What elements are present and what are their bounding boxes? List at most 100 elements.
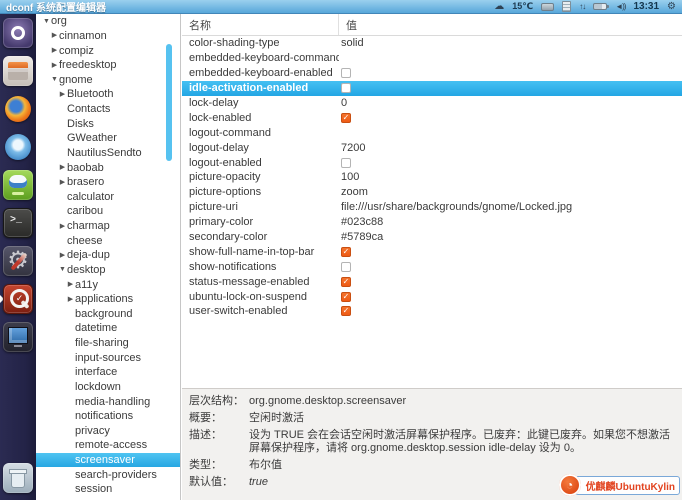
tree-item-privacy[interactable]: privacy — [36, 424, 180, 439]
checkbox-checked[interactable]: ✓ — [341, 306, 351, 316]
column-header-value[interactable]: 值 — [339, 14, 357, 35]
tree-item-gnome[interactable]: ▼gnome — [36, 73, 180, 88]
detail-value: org.gnome.desktop.screensaver — [249, 395, 674, 408]
key-row-show-notifications[interactable]: show-notifications — [182, 259, 682, 274]
weather-icon[interactable]: ☁ — [494, 2, 504, 12]
key-row-lock-delay[interactable]: lock-delay0 — [182, 96, 682, 111]
checkbox-checked[interactable]: ✓ — [341, 277, 351, 287]
expander-closed-icon[interactable]: ▶ — [50, 62, 59, 69]
tree-item-search-providers[interactable]: search-providers — [36, 467, 180, 482]
key-row-logout-enabled[interactable]: logout-enabled — [182, 155, 682, 170]
column-header-name[interactable]: 名称 — [182, 14, 339, 35]
software-center-button[interactable] — [3, 170, 33, 200]
expander-closed-icon[interactable]: ▶ — [58, 252, 67, 259]
key-row-picture-opacity[interactable]: picture-opacity100 — [182, 170, 682, 185]
expander-closed-icon[interactable]: ▶ — [66, 296, 75, 303]
key-row-embedded-keyboard-command[interactable]: embedded-keyboard-command — [182, 51, 682, 66]
session-gear-icon[interactable]: ⚙ — [667, 2, 676, 12]
key-row-logout-command[interactable]: logout-command — [182, 125, 682, 140]
tree-item-org[interactable]: ▼org — [36, 14, 180, 29]
battery-icon[interactable] — [593, 3, 607, 10]
key-row-logout-delay[interactable]: logout-delay7200 — [182, 140, 682, 155]
clock-label[interactable]: 13:31 — [633, 1, 659, 12]
checkbox-unchecked[interactable] — [341, 262, 351, 272]
tree-item-brasero[interactable]: ▶brasero — [36, 175, 180, 190]
ubuntu-dash-button[interactable] — [3, 18, 33, 48]
key-row-embedded-keyboard-enabled[interactable]: embedded-keyboard-enabled — [182, 66, 682, 81]
checkbox-checked[interactable]: ✓ — [341, 292, 351, 302]
tree-item-caribou[interactable]: caribou — [36, 204, 180, 219]
key-row-ubuntu-lock-on-suspend[interactable]: ubuntu-lock-on-suspend✓ — [182, 289, 682, 304]
checkbox-checked[interactable]: ✓ — [341, 113, 351, 123]
expander-closed-icon[interactable]: ▶ — [58, 91, 67, 98]
key-row-primary-color[interactable]: primary-color#023c88 — [182, 215, 682, 230]
chromium-button[interactable] — [3, 132, 33, 162]
expander-closed-icon[interactable]: ▶ — [50, 47, 59, 54]
checkbox-unchecked[interactable] — [341, 83, 351, 93]
schema-tree-panel: ▼org▶cinnamon▶compiz▶freedesktop▼gnome▶B… — [36, 14, 181, 500]
keyboard-icon[interactable] — [541, 3, 554, 11]
tree-item-freedesktop[interactable]: ▶freedesktop — [36, 58, 180, 73]
tree-item-applications[interactable]: ▶applications — [36, 292, 180, 307]
tree-item-desktop[interactable]: ▼desktop — [36, 263, 180, 278]
expander-open-icon[interactable]: ▼ — [58, 266, 67, 273]
tree-item-Disks[interactable]: Disks — [36, 116, 180, 131]
key-row-lock-enabled[interactable]: lock-enabled✓ — [182, 110, 682, 125]
tree-item-datetime[interactable]: datetime — [36, 321, 180, 336]
firefox-button[interactable] — [3, 94, 33, 124]
expander-closed-icon[interactable]: ▶ — [58, 179, 67, 186]
key-row-secondary-color[interactable]: secondary-color#5789ca — [182, 230, 682, 245]
tree-item-cheese[interactable]: cheese — [36, 233, 180, 248]
trash-button[interactable] — [3, 463, 33, 493]
tree-item-interface[interactable]: interface — [36, 365, 180, 380]
tree-item-NautilusSendto[interactable]: NautilusSendto — [36, 146, 180, 161]
display-app-button[interactable] — [3, 322, 33, 352]
trash-button-slot — [0, 459, 36, 497]
tree-item-session[interactable]: session — [36, 482, 180, 497]
expander-open-icon[interactable]: ▼ — [42, 18, 51, 25]
tree-item-a11y[interactable]: ▶a11y — [36, 277, 180, 292]
expander-closed-icon[interactable]: ▶ — [58, 164, 67, 171]
terminal-button[interactable] — [3, 208, 33, 238]
tree-item-Contacts[interactable]: Contacts — [36, 102, 180, 117]
checkbox-unchecked[interactable] — [341, 158, 351, 168]
tree-item-Bluetooth[interactable]: ▶Bluetooth — [36, 87, 180, 102]
key-row-picture-uri[interactable]: picture-urifile:///usr/share/backgrounds… — [182, 200, 682, 215]
key-row-user-switch-enabled[interactable]: user-switch-enabled✓ — [182, 304, 682, 319]
tree-scrollbar[interactable] — [166, 44, 172, 161]
key-row-picture-options[interactable]: picture-optionszoom — [182, 185, 682, 200]
tree-item-remote-access[interactable]: remote-access — [36, 438, 180, 453]
tree-item-media-handling[interactable]: media-handling — [36, 394, 180, 409]
key-row-show-full-name-in-top-bar[interactable]: show-full-name-in-top-bar✓ — [182, 244, 682, 259]
temperature-label[interactable]: 15℃ — [512, 1, 533, 12]
dconf-editor-button-slot — [0, 280, 36, 318]
tree-item-charmap[interactable]: ▶charmap — [36, 219, 180, 234]
tree-item-GWeather[interactable]: GWeather — [36, 131, 180, 146]
clipboard-icon[interactable] — [562, 1, 571, 12]
tree-item-cinnamon[interactable]: ▶cinnamon — [36, 29, 180, 44]
system-settings-button[interactable]: ⚙ — [3, 246, 33, 276]
tree-item-input-sources[interactable]: input-sources — [36, 350, 180, 365]
volume-icon[interactable]: ◄)) — [615, 2, 625, 11]
tree-item-calculator[interactable]: calculator — [36, 190, 180, 205]
tree-item-background[interactable]: background — [36, 307, 180, 322]
tree-item-compiz[interactable]: ▶compiz — [36, 43, 180, 58]
tree-item-notifications[interactable]: notifications — [36, 409, 180, 424]
checkbox-checked[interactable]: ✓ — [341, 247, 351, 257]
key-row-idle-activation-enabled[interactable]: idle-activation-enabled — [182, 81, 682, 96]
dconf-editor-button[interactable] — [3, 284, 33, 314]
key-row-color-shading-type[interactable]: color-shading-typesolid — [182, 36, 682, 51]
expander-open-icon[interactable]: ▼ — [50, 76, 59, 83]
tree-item-file-sharing[interactable]: file-sharing — [36, 336, 180, 351]
sync-arrows-icon[interactable]: ↑↓ — [579, 2, 585, 11]
expander-closed-icon[interactable]: ▶ — [58, 223, 67, 230]
checkbox-unchecked[interactable] — [341, 68, 351, 78]
key-row-status-message-enabled[interactable]: status-message-enabled✓ — [182, 274, 682, 289]
file-manager-button[interactable] — [3, 56, 33, 86]
expander-closed-icon[interactable]: ▶ — [66, 281, 75, 288]
expander-closed-icon[interactable]: ▶ — [50, 32, 59, 39]
tree-item-deja-dup[interactable]: ▶deja-dup — [36, 248, 180, 263]
tree-item-screensaver[interactable]: screensaver — [36, 453, 180, 468]
tree-item-baobab[interactable]: ▶baobab — [36, 160, 180, 175]
tree-item-lockdown[interactable]: lockdown — [36, 380, 180, 395]
